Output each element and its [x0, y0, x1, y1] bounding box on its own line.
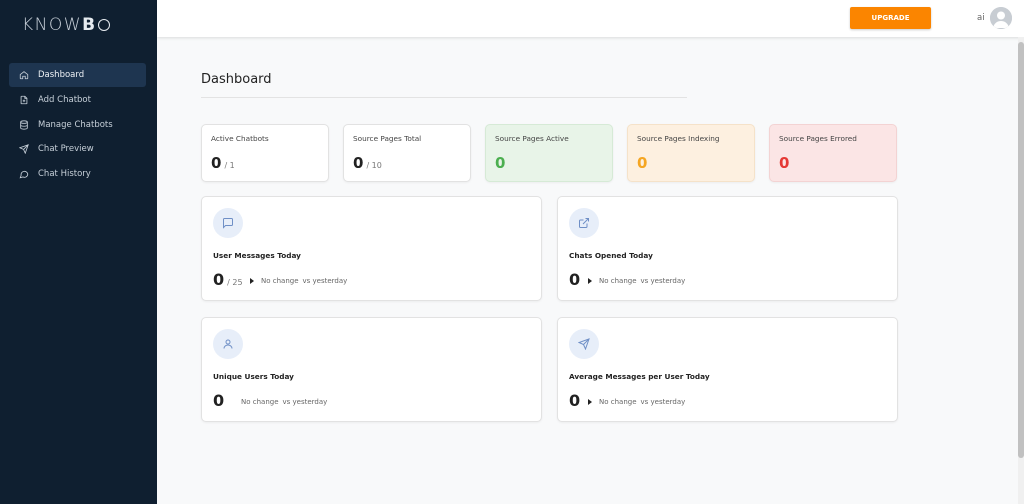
stat-label: Source Pages Indexing	[637, 134, 720, 143]
metric-label: Unique Users Today	[213, 372, 294, 381]
external-link-icon	[569, 208, 599, 238]
page-title: Dashboard	[201, 72, 272, 87]
user-avatar-icon	[990, 7, 1012, 29]
stat-total: / 1	[224, 161, 235, 170]
database-icon	[19, 120, 29, 130]
metric-label: User Messages Today	[213, 251, 301, 260]
metric-value: 0	[213, 391, 225, 410]
sidebar-item-label: Add Chatbot	[38, 94, 91, 105]
stat-label: Active Chatbots	[211, 134, 269, 143]
metric-value: 0/ 25	[213, 270, 243, 289]
logo-mark-icon	[97, 19, 110, 31]
change-text: No change	[261, 277, 299, 285]
metric-total: / 25	[227, 278, 243, 287]
stat-card-source-pages-indexing: Source Pages Indexing 0	[627, 124, 755, 182]
user-name[interactable]: ai	[977, 13, 985, 23]
stat-total: / 10	[366, 161, 382, 170]
metric-label: Chats Opened Today	[569, 251, 653, 260]
upgrade-button[interactable]: UPGRADE	[850, 7, 931, 29]
sidebar-item-chat-preview[interactable]: Chat Preview	[9, 137, 146, 161]
metric-value: 0	[569, 270, 581, 289]
sidebar-item-chat-history[interactable]: Chat History	[9, 162, 146, 186]
stat-label: Source Pages Errored	[779, 134, 857, 143]
sidebar-nav: Dashboard Add Chatbot Manage Chatbots Ch…	[9, 63, 146, 187]
stat-value: 0/ 10	[353, 154, 382, 172]
metric-card-user-messages: User Messages Today 0/ 25 No change vs y…	[201, 196, 542, 301]
sidebar-item-label: Manage Chatbots	[38, 119, 113, 130]
page-scrollbar[interactable]	[1018, 37, 1024, 504]
metric-card-unique-users: Unique Users Today 0 No change vs yester…	[201, 317, 542, 422]
home-icon	[19, 70, 29, 80]
logo-text: KNOW	[22, 15, 83, 35]
change-comparison: vs yesterday	[640, 398, 686, 406]
change-comparison: vs yesterday	[302, 277, 348, 285]
avatar[interactable]	[990, 7, 1012, 29]
stat-label: Source Pages Total	[353, 134, 422, 143]
stat-value: 0	[495, 154, 506, 172]
sidebar-item-dashboard[interactable]: Dashboard	[9, 63, 146, 87]
scrollbar-thumb[interactable]	[1018, 42, 1024, 458]
metric-label: Average Messages per User Today	[569, 372, 710, 381]
title-divider	[201, 97, 687, 98]
stat-card-source-pages-errored: Source Pages Errored 0	[769, 124, 897, 182]
change-comparison: vs yesterday	[640, 277, 686, 285]
sidebar-item-label: Chat Preview	[38, 144, 94, 155]
change-text: No change	[241, 398, 279, 406]
metric-change: No change vs yesterday	[588, 398, 685, 406]
stat-label: Source Pages Active	[495, 134, 569, 143]
sidebar-item-manage-chatbots[interactable]: Manage Chatbots	[9, 113, 146, 137]
change-text: No change	[599, 277, 637, 285]
stat-card-active-chatbots: Active Chatbots 0/ 1	[201, 124, 329, 182]
user-icon	[213, 329, 243, 359]
topbar: UPGRADE ai	[157, 0, 1024, 37]
metric-change: No change vs yesterday	[250, 277, 347, 285]
metric-card-chats-opened: Chats Opened Today 0 No change vs yester…	[557, 196, 898, 301]
message-square-icon	[213, 208, 243, 238]
send-icon	[19, 144, 29, 155]
sidebar-item-label: Chat History	[38, 169, 91, 180]
change-comparison: vs yesterday	[282, 398, 328, 406]
metric-change: No change vs yesterday	[588, 277, 685, 285]
change-arrow-icon	[250, 278, 254, 284]
logo-text-bold: B	[82, 15, 97, 35]
chat-bubble-icon	[19, 169, 29, 179]
logo[interactable]: KNOW B	[22, 14, 110, 36]
file-plus-icon	[19, 95, 29, 105]
stat-number: 0	[353, 154, 364, 172]
stat-card-source-pages-total: Source Pages Total 0/ 10	[343, 124, 471, 182]
stat-value: 0	[779, 154, 790, 172]
stat-card-source-pages-active: Source Pages Active 0	[485, 124, 613, 182]
metric-change: No change vs yesterday	[241, 398, 327, 406]
metric-number: 0	[213, 270, 225, 289]
metric-value: 0	[569, 391, 581, 410]
change-arrow-icon	[588, 278, 592, 284]
change-text: No change	[599, 398, 637, 406]
stat-value: 0/ 1	[211, 154, 235, 172]
sidebar-item-add-chatbot[interactable]: Add Chatbot	[9, 88, 146, 112]
send-icon	[569, 329, 599, 359]
stat-number: 0	[211, 154, 222, 172]
change-arrow-icon	[588, 399, 592, 405]
metric-card-avg-messages-per-user: Average Messages per User Today 0 No cha…	[557, 317, 898, 422]
stat-value: 0	[637, 154, 648, 172]
sidebar: KNOW B Dashboard Add Chatbot Manage Chatb…	[0, 0, 157, 504]
sidebar-item-label: Dashboard	[38, 70, 85, 80]
